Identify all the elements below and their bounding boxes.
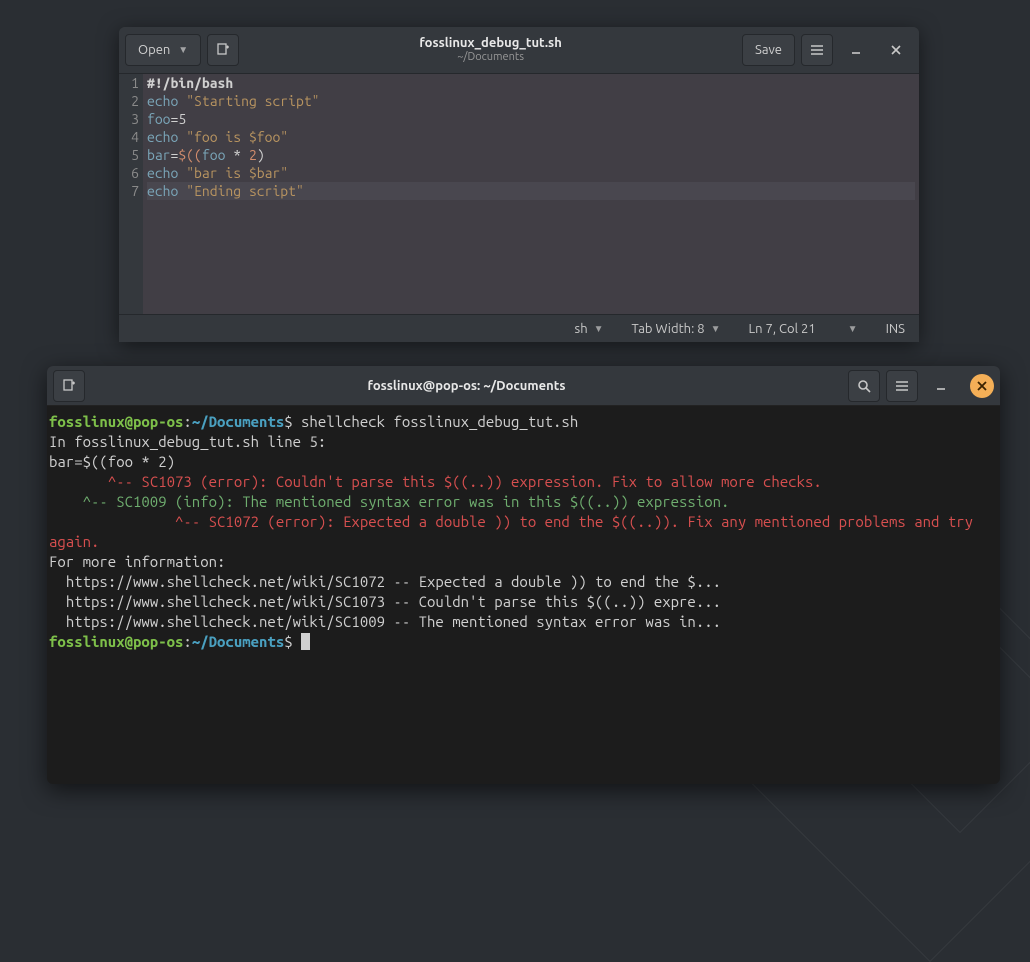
- chevron-down-icon: ▼: [594, 323, 604, 335]
- terminal-titlebar: fosslinux@pop-os: ~/Documents: [47, 366, 1000, 406]
- close-icon: [977, 381, 987, 391]
- window-subtitle: ~/Documents: [245, 51, 736, 64]
- code-line[interactable]: foo=5: [147, 110, 915, 128]
- code-line[interactable]: #!/bin/bash: [147, 74, 915, 92]
- terminal-line: ^-- SC1009 (info): The mentioned syntax …: [49, 492, 994, 512]
- code-line[interactable]: echo "Starting script": [147, 92, 915, 110]
- position-label: Ln 7, Col 21: [749, 322, 816, 336]
- cursor: [301, 633, 310, 650]
- new-document-icon: [215, 42, 231, 58]
- tab-width-selector[interactable]: Tab Width: 8 ▼: [632, 322, 721, 336]
- terminal-line: https://www.shellcheck.net/wiki/SC1072 -…: [49, 572, 994, 592]
- terminal-line: fosslinux@pop-os:~/Documents$: [49, 632, 994, 652]
- terminal-line: In fosslinux_debug_tut.sh line 5:: [49, 432, 994, 452]
- new-tab-button[interactable]: [207, 34, 239, 66]
- minimize-button[interactable]: [924, 370, 958, 402]
- editor-window: Open ▼ fosslinux_debug_tut.sh ~/Document…: [119, 27, 919, 342]
- hamburger-icon: [809, 42, 825, 58]
- editor-titlebar: Open ▼ fosslinux_debug_tut.sh ~/Document…: [119, 27, 919, 74]
- insert-mode[interactable]: INS: [886, 322, 905, 336]
- code-line[interactable]: bar=$((foo * 2): [147, 146, 915, 164]
- titlebar-center: fosslinux_debug_tut.sh ~/Documents: [245, 36, 736, 65]
- hamburger-menu-button[interactable]: [801, 34, 833, 66]
- editor-statusbar: sh ▼ Tab Width: 8 ▼ Ln 7, Col 21 ▼ INS: [119, 314, 919, 342]
- code-area[interactable]: #!/bin/bashecho "Starting script"foo=5ec…: [143, 74, 919, 314]
- new-tab-button[interactable]: [53, 370, 85, 402]
- new-tab-icon: [61, 378, 77, 394]
- search-button[interactable]: [848, 370, 880, 402]
- language-label: sh: [575, 322, 588, 336]
- terminal-window: fosslinux@pop-os: ~/Documents fosslinux@…: [47, 366, 1000, 784]
- terminal-line: fosslinux@pop-os:~/Documents$ shellcheck…: [49, 412, 994, 432]
- terminal-title: fosslinux@pop-os: ~/Documents: [91, 379, 842, 393]
- terminal-line: https://www.shellcheck.net/wiki/SC1009 -…: [49, 612, 994, 632]
- editor-body[interactable]: 1234567 #!/bin/bashecho "Starting script…: [119, 74, 919, 314]
- save-label: Save: [755, 43, 782, 57]
- minimize-button[interactable]: [839, 34, 873, 66]
- minimize-icon: [850, 44, 862, 56]
- line-number-gutter: 1234567: [119, 74, 143, 314]
- hamburger-icon: [894, 378, 910, 394]
- language-selector[interactable]: sh ▼: [575, 322, 604, 336]
- tab-width-label: Tab Width: 8: [632, 322, 705, 336]
- chevron-down-icon: ▼: [178, 44, 188, 56]
- minimize-icon: [935, 380, 947, 392]
- save-button[interactable]: Save: [742, 34, 795, 66]
- close-button[interactable]: [970, 374, 994, 398]
- mode-label: INS: [886, 322, 905, 336]
- terminal-body[interactable]: fosslinux@pop-os:~/Documents$ shellcheck…: [47, 406, 1000, 784]
- code-line[interactable]: echo "Ending script": [147, 182, 915, 200]
- terminal-line: https://www.shellcheck.net/wiki/SC1073 -…: [49, 592, 994, 612]
- hamburger-menu-button[interactable]: [886, 370, 918, 402]
- open-button[interactable]: Open ▼: [125, 34, 201, 66]
- cursor-position[interactable]: Ln 7, Col 21 ▼: [749, 322, 858, 336]
- chevron-down-icon: ▼: [711, 323, 721, 335]
- close-icon: [890, 44, 902, 56]
- chevron-down-icon: ▼: [848, 323, 858, 335]
- code-line[interactable]: echo "bar is $bar": [147, 164, 915, 182]
- code-line[interactable]: echo "foo is $foo": [147, 128, 915, 146]
- open-label: Open: [138, 43, 170, 57]
- search-icon: [856, 378, 872, 394]
- terminal-line: For more information:: [49, 552, 994, 572]
- window-title: fosslinux_debug_tut.sh: [245, 36, 736, 52]
- close-button[interactable]: [879, 34, 913, 66]
- terminal-line: bar=$((foo * 2): [49, 452, 994, 472]
- terminal-line: ^-- SC1072 (error): Expected a double ))…: [49, 512, 994, 552]
- terminal-line: ^-- SC1073 (error): Couldn't parse this …: [49, 472, 994, 492]
